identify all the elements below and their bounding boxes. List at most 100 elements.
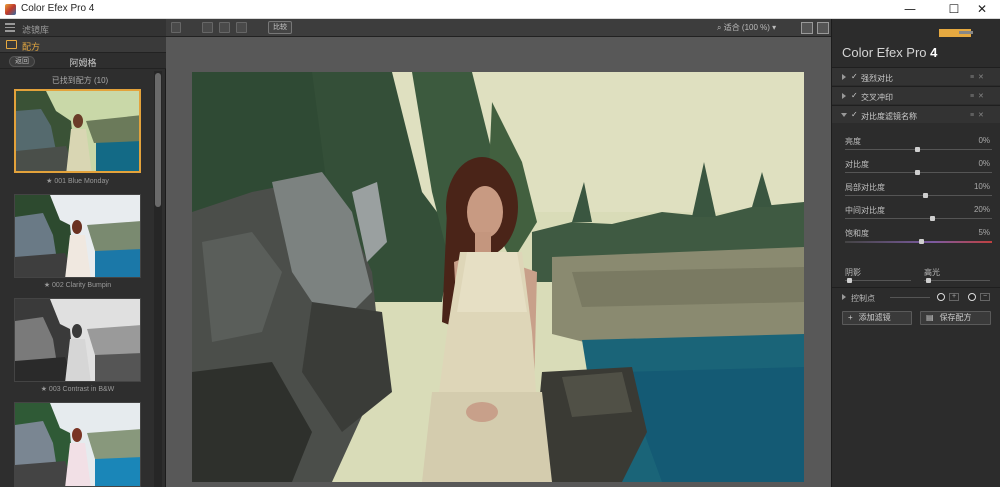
control-point-opacity[interactable] xyxy=(890,297,930,298)
preview-area: 比较 ⌕ 适合 (100 %) ▾ xyxy=(166,19,831,487)
search-icon: ⌕ xyxy=(717,23,724,32)
slider-knob[interactable] xyxy=(847,278,852,283)
single-view-icon[interactable] xyxy=(202,22,213,33)
preview-photo xyxy=(192,72,804,482)
filter-name: 强烈对比 xyxy=(861,74,893,83)
filter-options-icon[interactable]: ≡ ✕ xyxy=(970,73,985,81)
saturation-value: 5% xyxy=(978,228,990,237)
minus-icon[interactable]: − xyxy=(980,293,990,301)
preset-thumbnail[interactable] xyxy=(14,194,141,278)
background-color-icon[interactable] xyxy=(801,22,813,34)
side-by-side-view-icon[interactable] xyxy=(236,22,247,33)
preset-caption: ★ 003 Contrast in B&W xyxy=(40,386,115,393)
add-control-point-icon[interactable] xyxy=(937,293,945,301)
split-view-icon[interactable] xyxy=(219,22,230,33)
highlights-label: 高光 xyxy=(924,268,940,277)
preset-scrollbar-thumb[interactable] xyxy=(155,73,161,207)
filter-check[interactable]: ✓ xyxy=(851,110,858,119)
app-name-label: Color Efex Pro xyxy=(842,45,927,60)
slider-knob[interactable] xyxy=(930,216,935,221)
midtone-contrast-slider[interactable] xyxy=(845,216,992,221)
control-points-row: 控制点 + − xyxy=(832,287,1000,305)
preset-caption: ★ 001 Blue Monday xyxy=(46,178,109,185)
plus-icon: + xyxy=(848,313,853,322)
brightness-value: 0% xyxy=(978,136,990,145)
brightness-slider[interactable] xyxy=(845,147,992,152)
preview-toolbar: 比较 ⌕ 适合 (100 %) ▾ xyxy=(166,19,831,37)
recipes-tab[interactable]: 配方 xyxy=(0,37,166,53)
minimize-button[interactable]: — xyxy=(892,0,928,19)
saturation-slider[interactable] xyxy=(845,239,992,244)
preset-thumbnail[interactable] xyxy=(14,298,141,382)
contrast-value: 0% xyxy=(978,159,990,168)
recipes-label: 配方 xyxy=(22,42,41,52)
library-label: 滤镜库 xyxy=(22,25,50,35)
midtone-contrast-label: 中间对比度 xyxy=(845,206,885,215)
shadows-label: 阴影 xyxy=(845,268,861,277)
app-name: Color Efex Pro 4 xyxy=(842,45,937,60)
plus-icon[interactable]: + xyxy=(949,293,959,301)
window-title: Color Efex Pro 4 xyxy=(21,3,95,14)
back-button[interactable]: 返回 xyxy=(9,56,35,67)
highlights-slider[interactable] xyxy=(924,278,990,283)
contrast-label: 对比度 xyxy=(845,160,869,169)
expand-triangle-icon[interactable] xyxy=(842,74,846,80)
slider-knob[interactable] xyxy=(915,170,920,175)
toggle-panel-icon[interactable] xyxy=(171,22,181,33)
preset-thumbnail-image xyxy=(15,195,140,277)
recipe-panel: 滤镜库 配方 阿姆格 返回 已找到配方 (10) ★ 001 Blue Mond… xyxy=(0,19,166,487)
preset-thumbnail-image xyxy=(15,299,140,381)
collapse-triangle-icon[interactable] xyxy=(841,113,847,117)
preset-caption: ★ 002 Clarity Bumpin xyxy=(43,282,112,289)
save-recipe-button[interactable]: ▤ 保存配方 xyxy=(920,311,991,325)
library-header[interactable]: 滤镜库 xyxy=(0,19,166,37)
filter-name: 对比度滤镜名称 xyxy=(861,112,917,121)
local-contrast-label: 局部对比度 xyxy=(845,183,885,192)
zoom-value: 适合 (100 %) xyxy=(723,23,770,32)
loupe-icon[interactable] xyxy=(817,22,829,34)
save-recipe-label: 保存配方 xyxy=(939,313,972,322)
app-version: 4 xyxy=(930,45,938,60)
app-logo-icon xyxy=(5,4,16,15)
local-contrast-slider[interactable] xyxy=(845,193,992,198)
slider-knob[interactable] xyxy=(915,147,920,152)
add-filter-button[interactable]: + 添加滤镜 xyxy=(842,311,912,325)
filter-panel: Color Efex Pro 4 ✓ 强烈对比 ≡ ✕ ✓ 交叉冲印 ≡ ✕ ✓… xyxy=(831,19,1000,487)
contrast-slider[interactable] xyxy=(845,170,992,175)
section-title: 已找到配方 (10) xyxy=(51,76,109,85)
preset-thumbnail-image xyxy=(16,91,139,171)
saturation-label: 饱和度 xyxy=(845,229,869,238)
filter-options-icon[interactable]: ≡ ✕ xyxy=(970,111,985,119)
preset-thumbnail[interactable] xyxy=(14,402,141,487)
slider-knob[interactable] xyxy=(926,278,931,283)
control-points-label: 控制点 xyxy=(851,294,875,303)
filter-check[interactable]: ✓ xyxy=(851,91,858,100)
preset-thumbnail[interactable] xyxy=(14,89,141,173)
preview-image xyxy=(192,72,804,482)
brightness-label: 亮度 xyxy=(845,137,861,146)
image-canvas[interactable] xyxy=(192,72,804,482)
compare-button[interactable]: 比较 xyxy=(268,21,292,34)
close-button[interactable]: ✕ xyxy=(964,0,1000,19)
breadcrumb: 阿姆格 返回 xyxy=(0,53,166,69)
zoom-select[interactable]: ⌕ 适合 (100 %) ▾ xyxy=(717,22,776,33)
recipes-icon xyxy=(6,40,17,49)
slider-knob[interactable] xyxy=(923,193,928,198)
filter-options-icon[interactable]: ≡ ✕ xyxy=(970,92,985,100)
expand-triangle-icon[interactable] xyxy=(842,294,846,300)
title-bar: Color Efex Pro 4 — ☐ ✕ xyxy=(0,0,1000,19)
chevron-down-icon: ▾ xyxy=(769,23,777,32)
brand-logo-mark xyxy=(959,31,973,34)
filter-row[interactable]: ✓ 交叉冲印 ≡ ✕ xyxy=(832,86,1000,104)
slider-knob[interactable] xyxy=(919,239,924,244)
save-recipe-icon: ▤ xyxy=(926,313,934,322)
expand-triangle-icon[interactable] xyxy=(842,93,846,99)
filter-row-expanded[interactable]: ✓ 对比度滤镜名称 ≡ ✕ xyxy=(832,105,1000,123)
shadows-slider[interactable] xyxy=(845,278,911,283)
filter-row[interactable]: ✓ 强烈对比 ≡ ✕ xyxy=(832,67,1000,85)
filter-check[interactable]: ✓ xyxy=(851,72,858,81)
preset-thumbnail-image xyxy=(15,403,140,486)
menu-icon[interactable] xyxy=(5,23,15,32)
remove-control-point-icon[interactable] xyxy=(968,293,976,301)
midtone-contrast-value: 20% xyxy=(973,205,990,214)
